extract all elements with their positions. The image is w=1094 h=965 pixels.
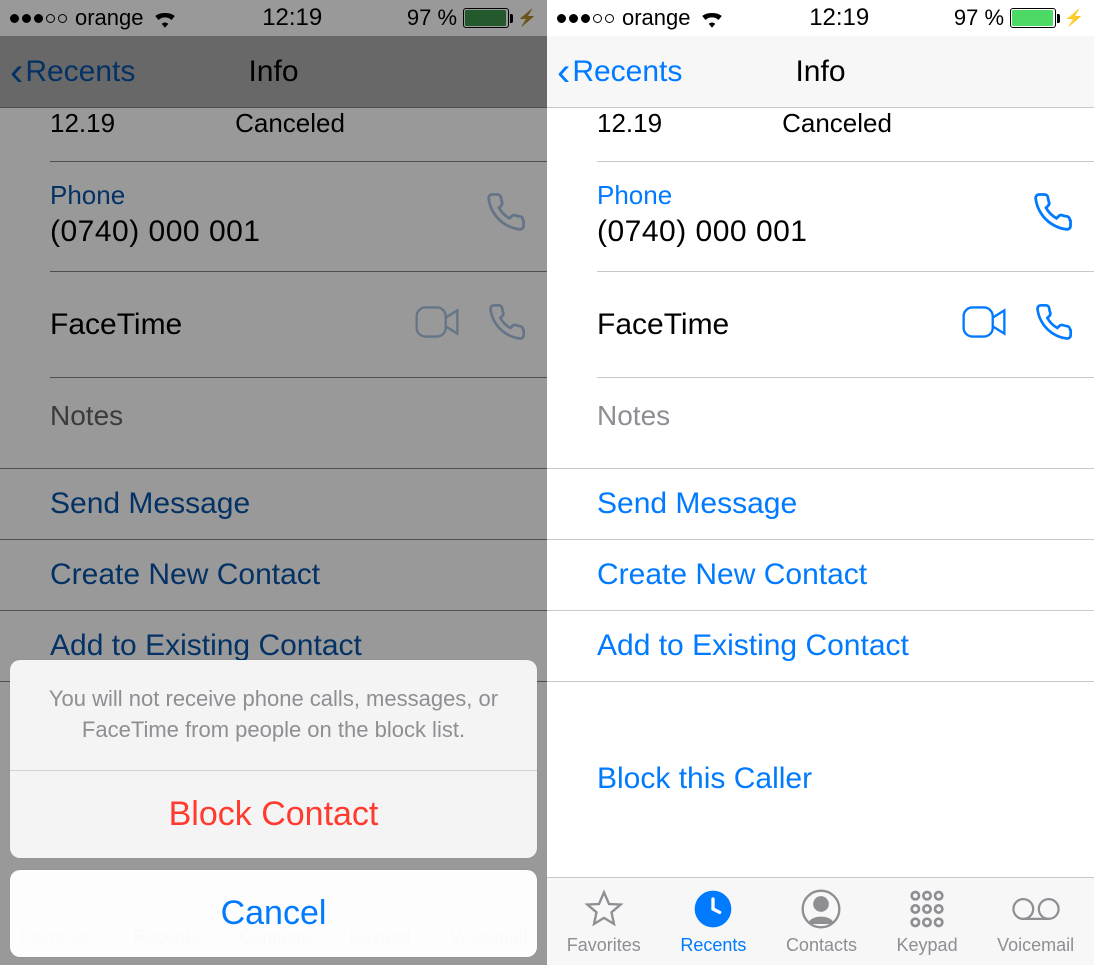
action-sheet: You will not receive phone calls, messag… (10, 660, 537, 957)
tab-favorites[interactable]: Favorites (567, 887, 641, 956)
recent-call-row: 12.19 Canceled (547, 108, 1094, 161)
charging-icon: ⚡ (1064, 8, 1084, 28)
create-contact-button[interactable]: Create New Contact (547, 540, 1094, 611)
phone-label: Phone (597, 180, 808, 211)
phone-screen-block-confirm: orange 12:19 97 % ⚡ ‹ Recents Info 12.19 (0, 0, 547, 965)
facetime-row: FaceTime (547, 272, 1094, 377)
phone-field[interactable]: Phone (0740) 000 001 (547, 162, 1094, 271)
tab-bar: Favorites Recents Contacts (547, 877, 1094, 965)
battery-icon (1010, 8, 1056, 28)
video-icon[interactable] (962, 306, 1006, 343)
phone-icon[interactable] (1032, 191, 1074, 238)
nav-title: Info (795, 55, 845, 89)
signal-dots-icon (557, 14, 614, 23)
chevron-left-icon: ‹ (557, 52, 570, 92)
star-icon (584, 887, 624, 931)
phone-value: (0740) 000 001 (597, 215, 808, 249)
call-time: 12.19 (597, 108, 662, 139)
battery-percent: 97 % (954, 5, 1004, 31)
sheet-message: You will not receive phone calls, messag… (10, 660, 537, 771)
keypad-icon (907, 887, 947, 931)
tab-voicemail[interactable]: Voicemail (997, 887, 1074, 956)
tab-label: Voicemail (997, 935, 1074, 956)
tab-label: Favorites (567, 935, 641, 956)
add-existing-contact-button[interactable]: Add to Existing Contact (547, 611, 1094, 682)
back-label: Recents (572, 55, 682, 89)
send-message-button[interactable]: Send Message (547, 468, 1094, 540)
tab-label: Contacts (786, 935, 857, 956)
clock-icon (693, 887, 733, 931)
tab-label: Keypad (897, 935, 958, 956)
notes-label[interactable]: Notes (547, 378, 1094, 468)
back-button[interactable]: ‹ Recents (557, 52, 682, 92)
block-caller-button[interactable]: Block this Caller (547, 742, 1094, 816)
status-bar: orange 12:19 97 % ⚡ (547, 0, 1094, 36)
call-status: Canceled (782, 108, 892, 139)
person-icon (801, 887, 841, 931)
voicemail-icon (1012, 887, 1060, 931)
cancel-button[interactable]: Cancel (10, 870, 537, 957)
phone-screen-info: orange 12:19 97 % ⚡ ‹ Recents Info 12.19 (547, 0, 1094, 965)
facetime-label: FaceTime (597, 308, 729, 342)
block-contact-button[interactable]: Block Contact (10, 771, 537, 858)
carrier-label: orange (622, 5, 691, 31)
status-time: 12:19 (809, 4, 869, 32)
phone-icon[interactable] (1034, 302, 1074, 347)
tab-label: Recents (680, 935, 746, 956)
tab-recents[interactable]: Recents (680, 887, 746, 956)
tab-contacts[interactable]: Contacts (786, 887, 857, 956)
wifi-icon (699, 8, 725, 28)
tab-keypad[interactable]: Keypad (897, 887, 958, 956)
nav-bar: ‹ Recents Info (547, 36, 1094, 108)
